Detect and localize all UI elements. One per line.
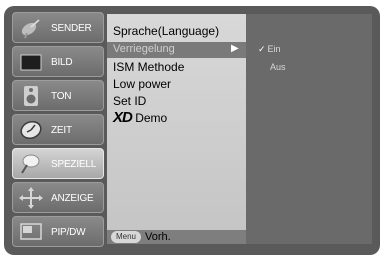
sidebar-item-label: ANZEIGE	[51, 193, 94, 204]
sidebar-item-zeit[interactable]: ZEIT	[12, 114, 104, 145]
sidebar-item-label: BILD	[51, 57, 73, 68]
sidebar-item-label: SENDER	[51, 23, 92, 34]
sidebar-item-label: SPEZIELL	[51, 159, 97, 170]
xd-logo: XD	[113, 109, 133, 126]
speziell-menu: Sprache(Language) Verriegelung ▶ ISM Met…	[107, 14, 246, 244]
submenu-arrow-icon: ▶	[231, 43, 239, 54]
display-icon	[19, 187, 43, 209]
sidebar-item-ton[interactable]: TON	[12, 80, 104, 111]
menu-button[interactable]: Menu	[111, 231, 141, 243]
sidebar-item-anzeige[interactable]: ANZEIGE	[12, 182, 104, 213]
menu-item-set-id[interactable]: Set ID	[113, 94, 146, 108]
menu-item-ism[interactable]: ISM Methode	[113, 60, 184, 74]
menu-footer: Menu Vorh.	[107, 230, 246, 244]
option-label: Aus	[270, 62, 286, 72]
picture-icon	[20, 54, 42, 71]
sidebar-item-sender[interactable]: SENDER	[12, 12, 104, 43]
sidebar-item-label: TON	[51, 91, 72, 102]
sidebar-item-label: PIP/DW	[51, 227, 86, 238]
option-ein[interactable]: ✓ Ein	[258, 44, 281, 55]
menu-item-verriegelung[interactable]: Verriegelung ▶	[107, 42, 246, 58]
option-panel: ✓ Ein Aus	[246, 14, 372, 244]
clock-icon	[20, 120, 42, 140]
sidebar-item-pipdw[interactable]: PIP/DW	[12, 216, 104, 247]
sidebar-item-bild[interactable]: BILD	[12, 46, 104, 77]
satellite-dish-icon	[21, 19, 40, 39]
special-icon	[21, 154, 40, 174]
menu-item-language[interactable]: Sprache(Language)	[113, 24, 219, 38]
pip-icon	[20, 223, 42, 240]
osd-screen: SENDER BILD TON ZEIT SPEZIELL ANZEIGE PI…	[4, 6, 380, 255]
check-icon: ✓	[258, 44, 266, 54]
menu-item-low-power[interactable]: Low power	[113, 77, 171, 91]
previous-hint: Vorh.	[145, 231, 171, 243]
sidebar-item-speziell[interactable]: SPEZIELL	[12, 148, 104, 179]
sidebar-item-label: ZEIT	[51, 125, 72, 136]
option-aus[interactable]: Aus	[270, 62, 286, 72]
category-sidebar: SENDER BILD TON ZEIT SPEZIELL ANZEIGE PI…	[12, 12, 104, 248]
menu-item-label: Verriegelung	[113, 43, 175, 55]
speaker-icon	[24, 86, 38, 106]
option-label: Ein	[267, 44, 281, 54]
menu-item-xd-demo[interactable]: XD Demo	[113, 109, 167, 126]
menu-item-label: Demo	[135, 111, 168, 125]
